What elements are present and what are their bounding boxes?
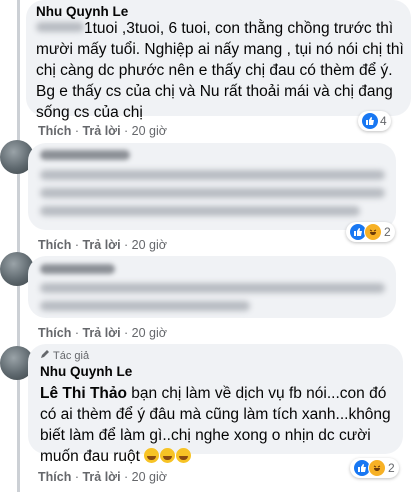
comment-actions: Thích · Trả lời · 20 giờ	[38, 124, 167, 138]
reaction-summary[interactable]: 2	[350, 458, 399, 478]
reply-button[interactable]: Trả lời	[82, 470, 120, 484]
blurred-content	[40, 206, 360, 216]
comment-text-content: 1tuoi ,3tuoi, 6 tuoi, con thằng chồng tr…	[36, 20, 404, 121]
reaction-count: 4	[380, 114, 387, 128]
blurred-content	[40, 170, 385, 180]
like-icon	[362, 113, 378, 129]
haha-icon	[368, 459, 386, 477]
reply-button[interactable]: Trả lời	[82, 124, 120, 138]
pen-icon	[40, 349, 50, 362]
mention-link[interactable]: Lê Thi Thảo	[40, 385, 127, 402]
like-button[interactable]: Thích	[38, 326, 71, 340]
comment-time[interactable]: 20 giờ	[132, 470, 167, 484]
comment-time[interactable]: 20 giờ	[132, 124, 167, 138]
blurred-content	[40, 283, 385, 293]
reply-button[interactable]: Trả lời	[82, 326, 120, 340]
blurred-content	[40, 188, 385, 198]
comment-text: 1tuoi ,3tuoi, 6 tuoi, con thằng chồng tr…	[36, 18, 406, 123]
blurred-author	[40, 150, 130, 160]
reply-button[interactable]: Trả lời	[82, 238, 120, 252]
comment-actions: Thích · Trả lời · 20 giờ	[38, 326, 167, 340]
like-button[interactable]: Thích	[38, 470, 71, 484]
like-button[interactable]: Thích	[38, 124, 71, 138]
comment-actions: Thích · Trả lời · 20 giờ	[38, 470, 167, 484]
reaction-count: 2	[384, 225, 391, 239]
thread-line	[17, 0, 20, 492]
reaction-count: 2	[388, 461, 395, 475]
comment-text: Lê Thi Thảo bạn chị làm về dịch vụ fb nó…	[40, 383, 400, 467]
comment-author[interactable]: Nhu Quynh Le	[40, 364, 132, 379]
blurred-content	[40, 301, 250, 311]
comment-actions: Thích · Trả lời · 20 giờ	[38, 238, 167, 252]
comment-time[interactable]: 20 giờ	[132, 238, 167, 252]
laughing-emoji-icon	[144, 448, 192, 465]
reaction-summary[interactable]: 4	[358, 111, 391, 131]
like-button[interactable]: Thích	[38, 238, 71, 252]
blurred-author	[40, 264, 115, 274]
comment-time[interactable]: 20 giờ	[132, 326, 167, 340]
reaction-summary[interactable]: 2	[346, 222, 395, 242]
comment-author[interactable]: Nhu Quynh Le	[36, 4, 128, 19]
author-badge-label: Tác giả	[53, 349, 90, 362]
author-badge: Tác giả	[40, 349, 89, 362]
haha-icon	[364, 223, 382, 241]
